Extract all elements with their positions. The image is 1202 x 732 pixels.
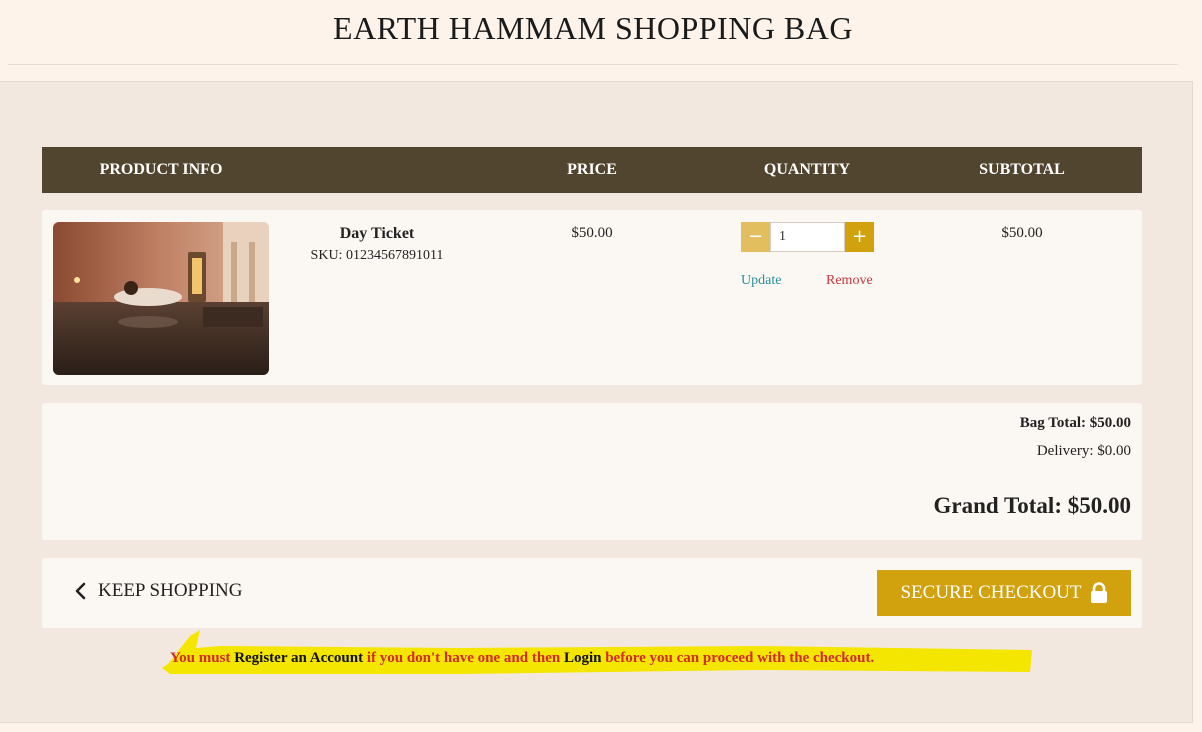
notice-text-3: before you can proceed with the checkout… — [601, 650, 875, 666]
lock-icon — [1090, 582, 1107, 603]
page-header: EARTH HAMMAM SHOPPING BAG — [0, 0, 1202, 64]
product-sku: SKU: 01234567891011 — [310, 248, 444, 263]
remove-link[interactable]: Remove — [826, 273, 873, 289]
login-link[interactable]: Login — [564, 650, 602, 666]
secure-checkout-button[interactable]: SECURE CHECKOUT — [877, 570, 1131, 616]
keep-shopping-label: KEEP SHOPPING — [98, 580, 243, 601]
secure-checkout-label: SECURE CHECKOUT — [900, 582, 1082, 603]
grand-total: Grand Total: $50.00 — [933, 493, 1131, 518]
bag-actions: KEEP SHOPPING SECURE CHECKOUT — [42, 558, 1142, 628]
plus-icon: + — [851, 226, 868, 247]
product-image — [53, 222, 269, 375]
increment-button[interactable]: + — [845, 222, 874, 252]
page-title: EARTH HAMMAM SHOPPING BAG — [333, 10, 853, 46]
column-header-price: PRICE — [567, 161, 617, 178]
bag-item-row: Day Ticket SKU: 01234567891011 $50.00 − … — [42, 210, 1142, 385]
product-price: $50.00 — [571, 225, 613, 241]
product-name: Day Ticket — [339, 225, 415, 242]
column-header-quantity: QUANTITY — [763, 161, 851, 178]
header-divider — [8, 64, 1178, 65]
column-header-subtotal: SUBTOTAL — [979, 161, 1065, 178]
keep-shopping-link[interactable]: KEEP SHOPPING — [74, 580, 242, 602]
notice-text-2: if you don't have one and then — [363, 650, 564, 666]
quantity-input[interactable] — [770, 222, 845, 252]
chevron-left-icon — [75, 582, 86, 600]
product-subtotal: $50.00 — [1001, 225, 1043, 241]
delivery-cost: Delivery: $0.00 — [1036, 443, 1131, 459]
minus-icon: − — [747, 226, 764, 247]
quantity-stepper: − + — [741, 222, 874, 252]
login-required-notice: You must Register an Account if you don'… — [170, 650, 1030, 667]
decrement-button[interactable]: − — [741, 222, 770, 252]
register-account-link[interactable]: Register an Account — [234, 650, 363, 666]
bag-total: Bag Total: $50.00 — [1019, 415, 1131, 431]
totals-summary: Bag Total: $50.00 Delivery: $0.00 Grand … — [42, 403, 1142, 540]
bag-table-header: PRODUCT INFO PRICE QUANTITY SUBTOTAL — [42, 147, 1142, 193]
notice-text-1: You must — [170, 650, 235, 666]
update-link[interactable]: Update — [741, 273, 781, 289]
column-header-product: PRODUCT INFO — [99, 161, 223, 178]
